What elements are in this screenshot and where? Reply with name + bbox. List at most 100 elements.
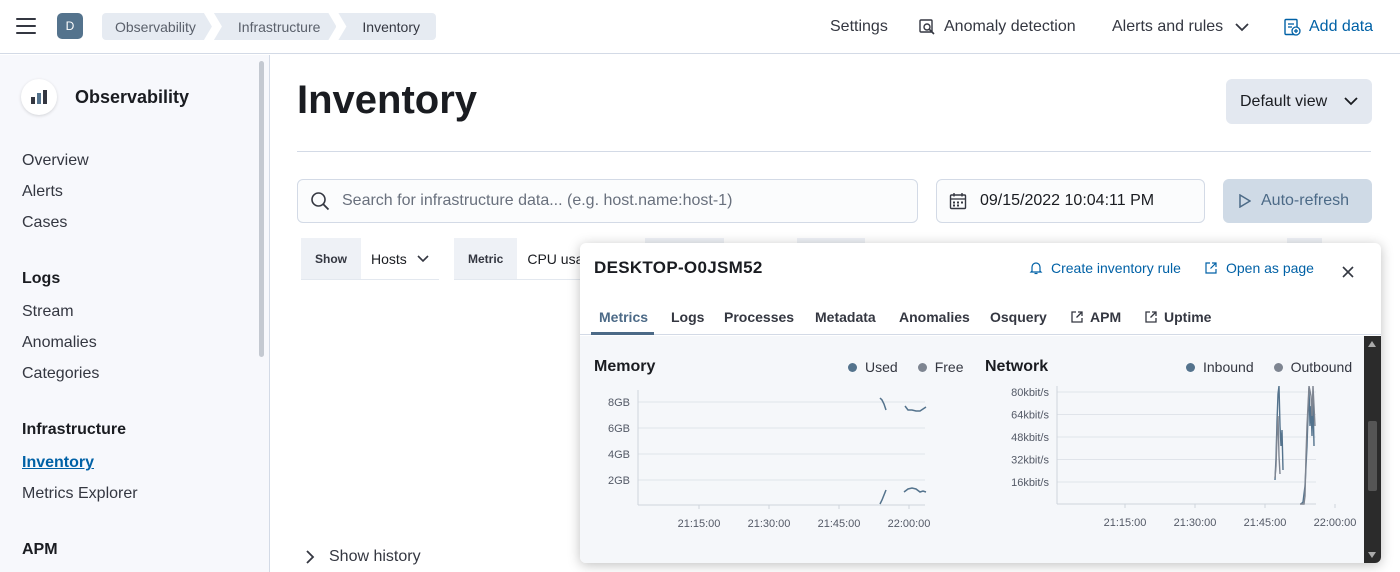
external-link-icon bbox=[1145, 311, 1157, 323]
host-flyout: DESKTOP-O0JSM52 Create inventory rule Op… bbox=[580, 243, 1381, 563]
network-legend: Inbound Outbound bbox=[1166, 359, 1352, 375]
sidebar-item-categories[interactable]: Categories bbox=[22, 365, 99, 383]
x-tick-label: 21:15:00 bbox=[678, 518, 721, 530]
x-tick-label: 21:45:00 bbox=[1244, 517, 1287, 529]
open-as-page-link[interactable]: Open as page bbox=[1204, 260, 1314, 276]
y-tick-label: 32kbit/s bbox=[1011, 455, 1049, 467]
legend-used[interactable]: Used bbox=[848, 359, 898, 375]
flyout-host-name: DESKTOP-O0JSM52 bbox=[594, 258, 763, 277]
memory-legend: Used Free bbox=[828, 359, 963, 375]
sidebar-item-stream[interactable]: Stream bbox=[22, 303, 74, 321]
breadcrumb-inventory: Inventory bbox=[338, 13, 436, 40]
x-tick-label: 22:00:00 bbox=[1314, 517, 1357, 529]
show-filter-value[interactable]: Hosts bbox=[361, 238, 439, 279]
settings-link[interactable]: Settings bbox=[830, 0, 888, 54]
external-link-icon bbox=[1205, 262, 1217, 274]
active-tab-indicator bbox=[591, 332, 654, 335]
breadcrumb: Observability Infrastructure Inventory bbox=[102, 13, 438, 40]
sidebar-item-overview[interactable]: Overview bbox=[22, 152, 89, 170]
top-header: D Observability Infrastructure Inventory… bbox=[0, 0, 1400, 54]
menu-icon[interactable] bbox=[16, 18, 36, 34]
show-history-label: Show history bbox=[329, 548, 421, 565]
anomaly-label: Anomaly detection bbox=[944, 18, 1076, 35]
legend-inbound[interactable]: Inbound bbox=[1186, 359, 1254, 375]
page-title: Inventory bbox=[297, 78, 478, 122]
sidebar: Observability Overview Alerts Cases Logs… bbox=[0, 55, 270, 572]
alerts-rules-label: Alerts and rules bbox=[1112, 18, 1224, 35]
add-data-link[interactable]: Add data bbox=[1283, 0, 1373, 54]
chevron-down-icon bbox=[1344, 97, 1358, 106]
close-icon[interactable] bbox=[1341, 265, 1355, 279]
y-tick-label: 80kbit/s bbox=[1011, 387, 1049, 399]
x-tick-label: 21:45:00 bbox=[818, 518, 861, 530]
sidebar-header-infrastructure: Infrastructure bbox=[22, 421, 127, 438]
breadcrumb-infrastructure[interactable]: Infrastructure bbox=[214, 13, 336, 40]
metric-filter[interactable]: Metric CPU usa bbox=[454, 238, 598, 280]
tab-metrics[interactable]: Metrics bbox=[599, 309, 648, 325]
tab-uptime-label: Uptime bbox=[1164, 309, 1212, 325]
sidebar-item-metrics-explorer[interactable]: Metrics Explorer bbox=[22, 485, 138, 503]
sidebar-item-cases[interactable]: Cases bbox=[22, 214, 67, 232]
default-view-label: Default view bbox=[1240, 92, 1328, 110]
x-tick-label: 21:15:00 bbox=[1104, 517, 1147, 529]
space-avatar[interactable]: D bbox=[57, 13, 83, 39]
memory-chart: 8GB 6GB 4GB 2GB 21:15:00 21:30:00 21:45:00 22:0… bbox=[608, 390, 931, 530]
anomaly-detection-link[interactable]: Anomaly detection bbox=[918, 0, 1076, 54]
free-series-line bbox=[903, 487, 927, 493]
auto-refresh-label: Auto-refresh bbox=[1261, 192, 1350, 209]
create-inventory-rule-link[interactable]: Create inventory rule bbox=[1029, 260, 1181, 276]
chevron-down-icon bbox=[417, 254, 429, 262]
legend-dot bbox=[1273, 362, 1283, 372]
legend-outbound[interactable]: Outbound bbox=[1273, 359, 1352, 375]
tab-osquery[interactable]: Osquery bbox=[990, 309, 1047, 325]
add-data-icon bbox=[1284, 18, 1301, 36]
sidebar-item-anomalies[interactable]: Anomalies bbox=[22, 334, 97, 352]
sidebar-item-inventory[interactable]: Inventory bbox=[22, 454, 94, 472]
tab-anomalies[interactable]: Anomalies bbox=[899, 309, 970, 325]
date-picker[interactable]: 09/15/2022 10:04:11 PM bbox=[936, 179, 1205, 223]
y-tick-label: 2GB bbox=[608, 475, 630, 487]
legend-free[interactable]: Free bbox=[917, 359, 963, 375]
sidebar-header-apm: APM bbox=[22, 541, 58, 558]
search-icon bbox=[311, 192, 330, 211]
show-filter[interactable]: Show Hosts bbox=[301, 238, 439, 280]
chevron-right-icon bbox=[306, 550, 315, 564]
scroll-down-icon[interactable] bbox=[1368, 552, 1376, 558]
sidebar-scrollbar[interactable] bbox=[259, 61, 264, 357]
sidebar-title: Observability bbox=[75, 87, 190, 107]
create-rule-label: Create inventory rule bbox=[1051, 260, 1181, 276]
flyout-tabs: Metrics Logs Processes Metadata Anomalie… bbox=[580, 301, 1381, 335]
metrics-panel: Memory Used Free 8GB 6GB 4GB 2GB 21:15:00 21:… bbox=[580, 336, 1364, 563]
anomaly-icon bbox=[919, 19, 935, 35]
show-filter-text: Hosts bbox=[371, 250, 407, 267]
y-tick-label: 4GB bbox=[608, 449, 630, 461]
x-tick-label: 21:30:00 bbox=[748, 518, 791, 530]
app-root: D Observability Infrastructure Inventory… bbox=[0, 0, 1400, 572]
show-history-toggle[interactable]: Show history bbox=[305, 548, 421, 566]
scroll-thumb[interactable] bbox=[1368, 421, 1377, 491]
legend-dot bbox=[917, 362, 927, 372]
tab-uptime[interactable]: Uptime bbox=[1144, 309, 1211, 325]
sidebar-header-logs: Logs bbox=[22, 270, 61, 287]
sidebar-item-alerts[interactable]: Alerts bbox=[22, 183, 63, 201]
free-series-line bbox=[879, 489, 887, 505]
tab-logs[interactable]: Logs bbox=[671, 309, 704, 325]
tab-processes[interactable]: Processes bbox=[724, 309, 794, 325]
used-series-line bbox=[879, 397, 887, 411]
y-tick-label: 8GB bbox=[608, 397, 630, 409]
memory-chart-title: Memory bbox=[594, 358, 656, 375]
default-view-button[interactable]: Default view bbox=[1226, 79, 1372, 124]
search-input[interactable] bbox=[342, 192, 902, 210]
tab-apm-label: APM bbox=[1090, 309, 1122, 325]
auto-refresh-button[interactable]: Auto-refresh bbox=[1223, 179, 1372, 223]
tab-apm[interactable]: APM bbox=[1070, 309, 1121, 325]
tab-metadata[interactable]: Metadata bbox=[815, 309, 876, 325]
used-series-line bbox=[904, 405, 927, 412]
metric-filter-text: CPU usa bbox=[527, 250, 584, 267]
breadcrumb-observability[interactable]: Observability bbox=[102, 13, 212, 40]
x-tick-label: 22:00:00 bbox=[888, 518, 931, 530]
y-tick-label: 16kbit/s bbox=[1011, 477, 1049, 489]
alerts-rules-menu[interactable]: Alerts and rules bbox=[1112, 0, 1249, 54]
flyout-scrollbar[interactable] bbox=[1364, 336, 1381, 563]
scroll-up-icon[interactable] bbox=[1368, 341, 1376, 347]
